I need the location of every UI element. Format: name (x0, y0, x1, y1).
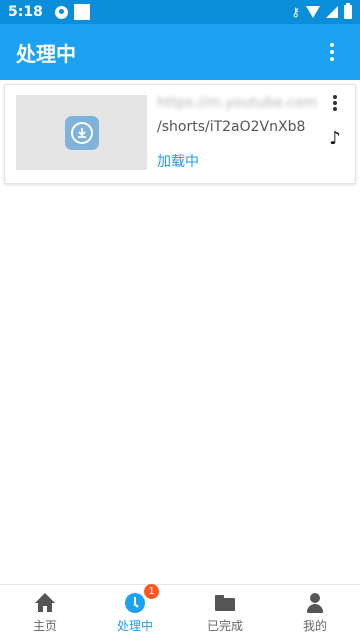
nav-label-completed: 已完成 (206, 618, 243, 633)
processing-count-badge: 1 (144, 583, 159, 599)
loading-status: 加载中 (157, 154, 199, 170)
clock-icon: 1 (124, 583, 159, 614)
nav-item-processing[interactable]: 1 处理中 (90, 583, 180, 640)
person-icon (304, 592, 326, 614)
vpn-key-icon: ⚷ (291, 5, 300, 19)
nav-label-home: 主页 (32, 618, 57, 633)
folder-icon (214, 592, 236, 614)
status-right-icons: ⚷ (291, 3, 352, 19)
music-note-icon: ♪ (329, 128, 341, 149)
status-bar: 5:18 ⚷ (0, 0, 360, 24)
download-item-card[interactable]: https://m.youtube.com /shorts/iT2aO2VnXb… (4, 84, 356, 184)
wifi-icon (306, 6, 320, 18)
signal-icon (326, 6, 338, 18)
download-app-icon (64, 115, 99, 150)
item-more-vert-icon[interactable] (325, 93, 345, 113)
page-title: 处理中 (16, 41, 76, 66)
status-left-icons (54, 4, 90, 20)
more-vert-icon[interactable] (320, 40, 344, 64)
nav-label-mine: 我的 (302, 618, 327, 633)
notification-square-icon (73, 4, 90, 20)
battery-icon (344, 3, 352, 19)
url-host-blurred: https://m.youtube.com (157, 95, 318, 111)
nav-item-home[interactable]: 主页 (0, 585, 90, 640)
nav-item-completed[interactable]: 已完成 (180, 585, 270, 640)
video-thumbnail (16, 95, 147, 170)
nav-label-processing: 处理中 (116, 618, 153, 633)
nav-item-mine[interactable]: 我的 (270, 585, 360, 640)
app-bar: 处理中 (0, 24, 360, 80)
status-time: 5:18 (8, 4, 43, 20)
url-path: /shorts/iT2aO2VnXb8 (157, 119, 306, 135)
bottom-navigation: 主页 1 处理中 已完成 我的 (0, 583, 360, 640)
user-download-icon (54, 5, 68, 19)
home-icon (34, 592, 56, 614)
